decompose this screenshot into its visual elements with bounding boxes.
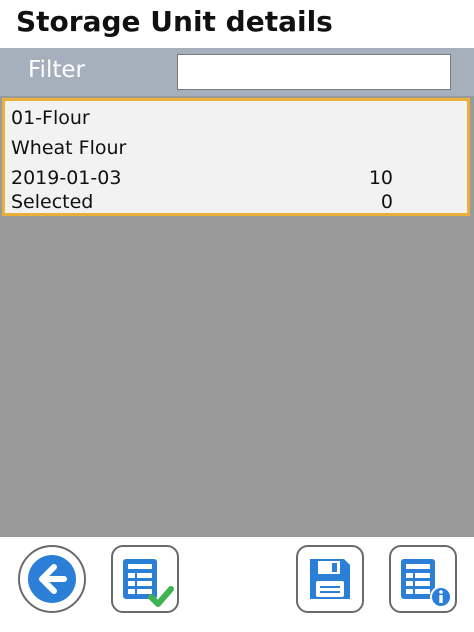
item-quantity: 10 [368,167,393,189]
filter-bar: Filter [0,48,474,96]
list-check-icon [123,559,174,607]
back-arrow-icon [28,555,76,603]
item-name: Wheat Flour [11,137,127,159]
filter-label: Filter [28,57,85,83]
info-list-button[interactable] [389,545,457,613]
item-code: 01-Flour [11,107,90,129]
filter-input[interactable] [177,54,451,90]
storage-unit-list[interactable]: 01-Flour Wheat Flour 2019-01-03 10 Selec… [0,96,474,537]
title-bar: Storage Unit details [0,0,474,48]
page-title: Storage Unit details [16,5,333,38]
bottom-toolbar [0,537,474,632]
item-selected-label: Selected [11,191,94,213]
item-selected-count: 0 [380,191,393,213]
list-item[interactable]: 01-Flour Wheat Flour 2019-01-03 10 Selec… [2,98,470,216]
back-button[interactable] [18,545,86,613]
confirm-list-button[interactable] [111,545,179,613]
save-icon [310,559,350,599]
save-button[interactable] [296,545,364,613]
item-date: 2019-01-03 [11,167,122,189]
list-info-icon [401,559,452,608]
